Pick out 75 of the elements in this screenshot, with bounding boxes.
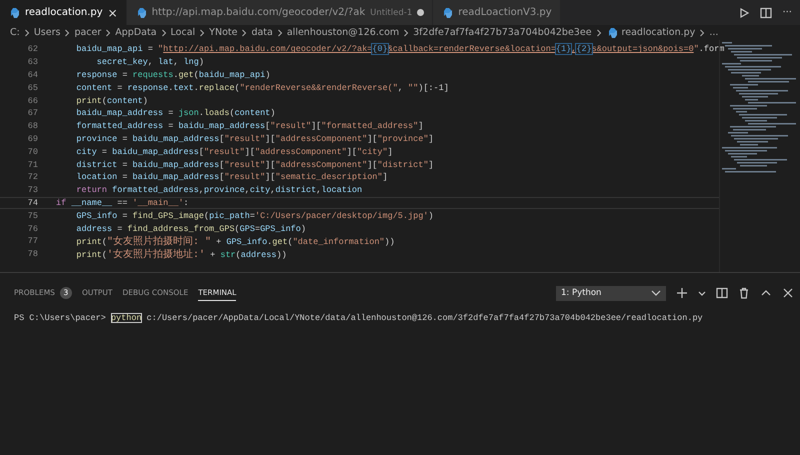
line-number: 62 [26,44,39,54]
tab-description: Untitled-1 [370,8,412,18]
code-line: address = find_address_from_GPS(GPS=GPS_info) [75,224,306,234]
breadcrumb-item[interactable]: pacer [74,27,102,38]
chevron-right-icon [160,28,167,36]
editor-tab[interactable]: readLoactionV3.py [433,0,561,25]
terminal-command-line: PS C:\Users\pacer> python c:/Users/pacer/AppData/Local/YNote/data/allenhouston@126.com/3f2dfe7af7fa4f27b73a704b042be3ee/readlocation.py [13,312,704,325]
code-line: GPS_info = find_GPS_image(pic_path='C:/Users/pacer/desktop/img/5.jpg') [75,210,434,221]
code-line: print("女友照片拍摄时间: " + GPS_info.get("date_information")) [75,234,395,248]
line-number: 78 [26,249,39,260]
breadcrumb-item[interactable]: C: [10,27,20,38]
line-number: 76 [26,224,39,234]
code-line: location = baidu_map_address["result"]["sematic_description"] [75,172,388,182]
breadcrumb-item[interactable]: AppData [115,27,157,38]
line-number: 63 [26,57,39,68]
tab-label: readlocation.py [25,7,103,18]
line-number: 75 [26,210,39,221]
line-number: 66 [26,96,39,106]
terminal-dropdown[interactable]: 1: Python [556,286,666,300]
chevron-right-icon [199,28,206,36]
breadcrumb-item[interactable]: YNote [209,27,238,38]
code-line: response = requests.get(baidu_map_api) [75,70,270,80]
code-line: baidu_map_address = json.loads(content) [75,108,276,118]
code-line: print(content) [75,96,148,106]
code-line: if __name__ == '__main__': [56,198,189,208]
line-number: 65 [26,82,39,93]
line-number: 74 [26,198,39,208]
code-line: district = baidu_map_address["result"]["addressComponent"]["district"] [75,160,434,170]
code-line: formatted_address = baidu_map_address["result"]["formatted_address"] [75,121,424,132]
line-number: 72 [26,172,39,182]
line-number: 73 [26,185,39,196]
line-number: 64 [26,70,39,80]
chevron-right-icon [699,28,706,36]
code-line: city = baidu_map_address["result"]["addressComponent"]["city"] [75,146,393,157]
code-line: secret_key, lat, lng) [96,57,204,68]
trash-icon[interactable] [738,287,750,299]
breadcrumb-item[interactable]: allenhouston@126.com [286,27,400,38]
line-number: 70 [26,146,39,157]
plus-icon[interactable] [676,287,688,299]
breadcrumb-item[interactable]: Local [170,27,196,38]
line-number: 71 [26,160,39,170]
code-line: return formatted_address,province,city,district,location [75,185,362,196]
chevron-right-icon [596,28,602,36]
close-icon[interactable]: × [108,6,118,20]
close-icon[interactable] [782,287,794,299]
tab-label: http://api.map.baidu.com/geocoder/v2/?ak [152,7,366,18]
breadcrumb-item[interactable]: readlocation.py [622,27,696,38]
editor-tab[interactable]: http://api.map.baidu.com/geocoder/v2/?ak Untitled-1 [126,0,434,25]
breadcrumb-item[interactable]: 3f2dfe7af7fa4f27b73a704b042be3ee [413,27,592,38]
line-number: 69 [26,134,39,144]
chevron-right-icon [241,28,248,36]
chevron-right-icon [403,28,410,36]
run-icon[interactable] [738,6,750,18]
line-number: 77 [26,236,39,246]
python-file-icon [441,6,454,18]
editor-tab[interactable]: readlocation.py × [0,0,127,25]
tab-label: readLoactionV3.py [458,7,552,18]
breadcrumb-item[interactable]: Users [34,27,60,38]
line-number: 67 [26,108,39,118]
code-line: print('女友照片拍摄地址:' + str(address)) [75,248,287,262]
chevron-right-icon [64,28,70,36]
dropdown-value: 1: Python [561,288,602,298]
more-actions-button[interactable]: ··· [782,7,792,18]
code-line: content = response.text.replace("renderReverse&&renderReverse(", "")[:-1] [75,82,449,93]
line-number: 68 [26,121,39,132]
code-line: province = baidu_map_address["result"]["addressComponent"]["province"] [75,134,434,144]
chevron-right-icon [24,28,30,36]
chevron-down-icon [651,289,661,297]
breadcrumb-item[interactable]: ... [709,27,718,38]
split-editor-icon[interactable] [760,6,772,18]
python-file-icon [8,6,20,18]
split-terminal-icon[interactable] [716,287,728,299]
chevron-right-icon [105,28,112,36]
breadcrumb-item[interactable]: data [251,27,273,38]
chevron-right-icon [276,28,283,36]
